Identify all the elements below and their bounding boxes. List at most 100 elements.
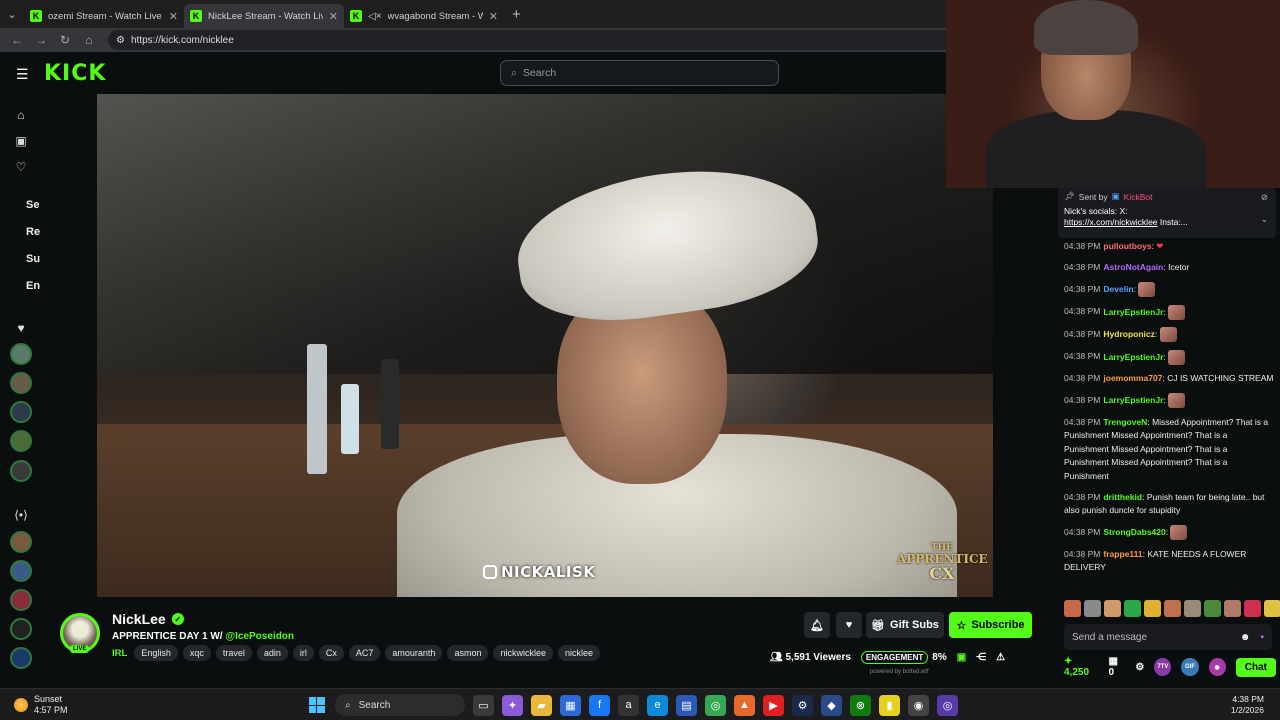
emote-icon[interactable] bbox=[1264, 600, 1280, 617]
extension-icon[interactable]: ◉ bbox=[1208, 658, 1226, 676]
chat-username[interactable]: AstroNotAgain bbox=[1103, 262, 1163, 272]
edge-icon[interactable]: e bbox=[647, 694, 668, 716]
emote-icon[interactable] bbox=[1224, 600, 1241, 617]
sidebar-section-label[interactable]: Re bbox=[26, 226, 40, 238]
gift-subs-button[interactable]: 🎁︎ Gift Subs bbox=[866, 612, 944, 638]
tag-chip[interactable]: English bbox=[134, 645, 178, 661]
report-warning-icon[interactable]: ⚠ bbox=[996, 652, 1005, 663]
tag-chip[interactable]: xqc bbox=[182, 645, 211, 661]
chat-username[interactable]: Develin bbox=[1103, 284, 1133, 294]
sidebar-section-label[interactable]: Se bbox=[26, 199, 39, 211]
chat-username[interactable]: LarryEpstienJr bbox=[1103, 306, 1163, 316]
emote-icon[interactable] bbox=[1064, 600, 1081, 617]
tag-chip[interactable]: nicklee bbox=[557, 645, 600, 661]
chevron-down-icon[interactable]: ⌄ bbox=[1261, 214, 1268, 225]
muted-speaker-icon[interactable]: ◁× bbox=[368, 11, 382, 22]
browse-icon[interactable]: ▣ bbox=[14, 134, 28, 148]
share-icon[interactable]: ⋲ bbox=[976, 652, 986, 663]
chat-username[interactable]: Hydroponicz bbox=[1103, 329, 1154, 339]
subscribe-button[interactable]: ☆ Subscribe bbox=[949, 612, 1032, 638]
streamer-name[interactable]: NickLee bbox=[112, 611, 166, 627]
xbox-icon[interactable]: ⊗ bbox=[850, 694, 871, 716]
notifications-bell-button[interactable]: 🔔︎ bbox=[804, 612, 830, 638]
recommended-channel-avatar[interactable] bbox=[10, 589, 32, 611]
home-icon[interactable]: ⌂ bbox=[80, 33, 98, 47]
emote-picker-icon[interactable]: ▪ bbox=[1260, 632, 1264, 643]
url-field[interactable]: ⚙ https://kick.com/nicklee bbox=[108, 30, 968, 50]
app-icon[interactable]: ◎ bbox=[937, 694, 958, 716]
pinned-bot-name[interactable]: KickBot bbox=[1124, 192, 1153, 202]
windows-start-icon[interactable] bbox=[306, 695, 327, 716]
gift-count[interactable]: ▦ 0 bbox=[1108, 656, 1125, 678]
site-info-icon[interactable]: ⚙ bbox=[116, 35, 125, 46]
emoji-icon[interactable]: ☻ bbox=[1240, 632, 1251, 643]
steam-icon[interactable]: ⚙ bbox=[792, 694, 813, 716]
close-tab-icon[interactable]: ✕ bbox=[329, 10, 338, 23]
sidebar-section-label[interactable]: Su bbox=[26, 253, 40, 265]
gif-extension-icon[interactable]: GIF bbox=[1181, 658, 1199, 676]
vlc-icon[interactable]: ▲ bbox=[734, 694, 755, 716]
followed-channel-avatar[interactable] bbox=[10, 372, 32, 394]
tab-list-dropdown[interactable]: ⌄ bbox=[0, 0, 24, 28]
tag-chip[interactable]: AC7 bbox=[348, 645, 381, 661]
settings-gear-icon[interactable]: ⚙ bbox=[1135, 662, 1144, 673]
category-link[interactable]: IRL bbox=[112, 648, 127, 659]
emote-icon[interactable] bbox=[1164, 600, 1181, 617]
clip-icon[interactable]: ▣ bbox=[957, 652, 966, 663]
followed-channel-avatar[interactable] bbox=[10, 343, 32, 365]
tab-ozemi[interactable]: K ozemi Stream - Watch Live on Kick ✕ bbox=[24, 4, 184, 28]
tab-wvagabond[interactable]: K ◁× wvagabond Stream - Watch L ✕ bbox=[344, 4, 504, 28]
recommended-channel-avatar[interactable] bbox=[10, 531, 32, 553]
followed-channel-avatar[interactable] bbox=[10, 401, 32, 423]
kick-logo[interactable]: KICK bbox=[44, 61, 106, 86]
forward-icon[interactable]: → bbox=[32, 33, 50, 47]
tab-nicklee[interactable]: K NickLee Stream - Watch Live o ✕ bbox=[184, 4, 344, 28]
emote-icon[interactable] bbox=[1124, 600, 1141, 617]
chat-username[interactable]: frappe111 bbox=[1103, 549, 1142, 559]
chrome-icon[interactable]: ◎ bbox=[705, 694, 726, 716]
close-tab-icon[interactable]: ✕ bbox=[169, 10, 178, 23]
chat-username[interactable]: pulloutboys bbox=[1103, 241, 1151, 251]
emote-icon[interactable] bbox=[1204, 600, 1221, 617]
recommended-channel-avatar[interactable] bbox=[10, 618, 32, 640]
chat-username[interactable]: dritthekid bbox=[1103, 492, 1142, 502]
notes-icon[interactable]: ▮ bbox=[879, 694, 900, 716]
search-input[interactable]: ⌕ Search bbox=[500, 60, 779, 86]
followed-channel-avatar[interactable] bbox=[10, 430, 32, 452]
obs-icon[interactable]: ◉ bbox=[908, 694, 929, 716]
following-heart-icon[interactable]: ♡ bbox=[14, 160, 28, 174]
store-icon[interactable]: ▦ bbox=[560, 694, 581, 716]
app-icon[interactable]: ◆ bbox=[821, 694, 842, 716]
calculator-icon[interactable]: ▤ bbox=[676, 694, 697, 716]
pinned-link[interactable]: https://x.com/nickwicklee bbox=[1064, 217, 1158, 227]
close-tab-icon[interactable]: ✕ bbox=[489, 10, 498, 23]
tag-chip[interactable]: adin bbox=[256, 645, 288, 661]
emote-icon[interactable] bbox=[1184, 600, 1201, 617]
reload-icon[interactable]: ↻ bbox=[56, 33, 74, 47]
emote-icon[interactable] bbox=[1244, 600, 1261, 617]
home-icon[interactable]: ⌂ bbox=[14, 108, 28, 122]
facebook-icon[interactable]: f bbox=[589, 694, 610, 716]
tag-chip[interactable]: Cx bbox=[318, 645, 344, 661]
copilot-icon[interactable]: ✦ bbox=[502, 694, 523, 716]
file-explorer-icon[interactable]: ▰ bbox=[531, 694, 552, 716]
chat-send-button[interactable]: Chat bbox=[1235, 657, 1276, 677]
unpin-icon[interactable]: ⊘ bbox=[1261, 192, 1268, 203]
amazon-icon[interactable]: a bbox=[618, 694, 639, 716]
title-mention[interactable]: @IcePoseidon bbox=[225, 631, 294, 642]
menu-icon[interactable]: ☰ bbox=[16, 66, 29, 83]
recommended-channel-avatar[interactable] bbox=[10, 560, 32, 582]
ttv-extension-icon[interactable]: 7TV bbox=[1154, 658, 1172, 676]
tag-chip[interactable]: travel bbox=[215, 645, 252, 661]
chat-username[interactable]: StrongDabs420 bbox=[1103, 527, 1165, 537]
emote-icon[interactable] bbox=[1084, 600, 1101, 617]
emote-icon[interactable] bbox=[1104, 600, 1121, 617]
tag-chip[interactable]: asmon bbox=[447, 645, 489, 661]
weather-widget[interactable]: Sunset 4:57 PM bbox=[14, 694, 68, 716]
channel-points[interactable]: ✦ 4,250 bbox=[1064, 656, 1098, 678]
youtube-icon[interactable]: ▶ bbox=[763, 694, 784, 716]
taskbar-search[interactable]: ⌕ Search bbox=[335, 694, 465, 716]
chat-username[interactable]: joemomma707 bbox=[1103, 373, 1162, 383]
emote-icon[interactable] bbox=[1144, 600, 1161, 617]
recommended-channel-avatar[interactable] bbox=[10, 647, 32, 669]
